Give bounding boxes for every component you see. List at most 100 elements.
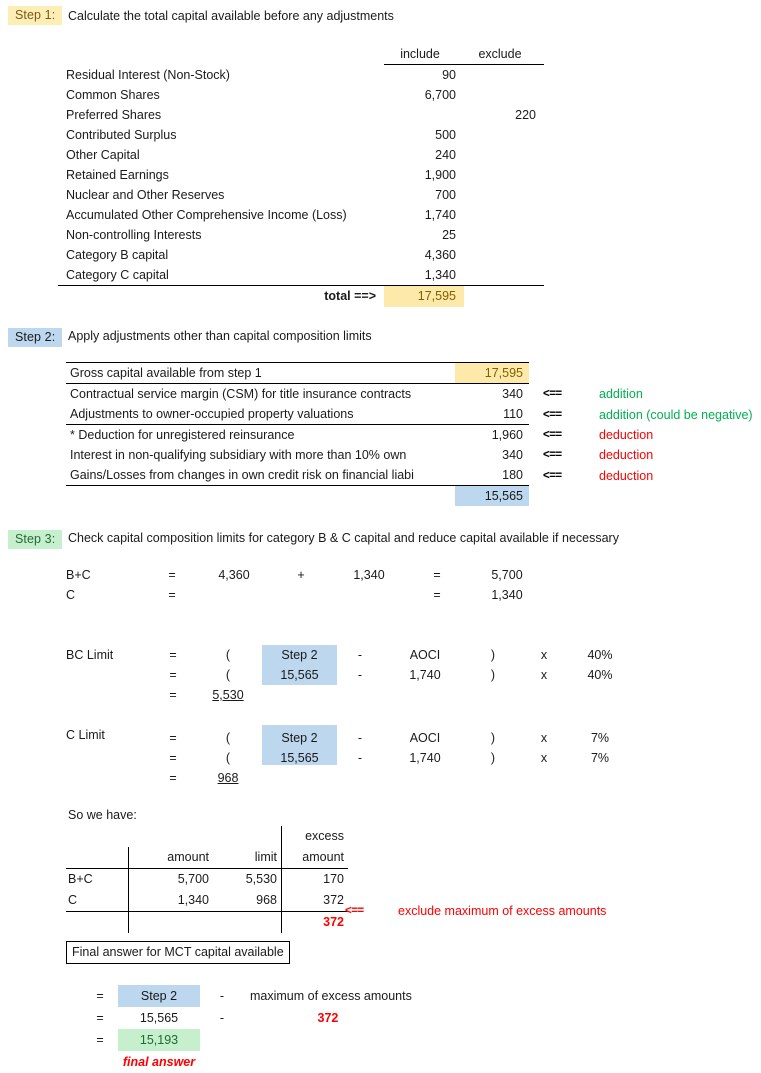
- final-answer-box-title: Final answer for MCT capital available: [66, 941, 290, 964]
- row-include: 4,360: [424, 247, 456, 262]
- header-excess: excess: [305, 829, 344, 843]
- step2-table-wrap: Gross capital available from step 1 17,5…: [66, 362, 753, 506]
- final-answer-box: Final answer for MCT capital available: [66, 941, 290, 964]
- row-label: Gross capital available from step 1: [66, 362, 455, 384]
- table-row: Non-controlling Interests 25: [58, 225, 544, 245]
- row-blank: [337, 765, 383, 785]
- bc-limit-table: BC Limit = ( Step 2 - AOCI ) x 40% = ( 1…: [66, 645, 631, 705]
- step3-title: Check capital composition limits for cat…: [68, 531, 619, 545]
- row-amount: 5,700: [128, 868, 215, 890]
- row-exclude: [464, 245, 544, 265]
- row-label: Contractual service margin (CSM) for tit…: [70, 387, 412, 401]
- table-row: Contributed Surplus 500: [58, 125, 544, 145]
- row-label: Residual Interest (Non-Stock): [66, 67, 230, 82]
- capital-components-table: include exclude Residual Interest (Non-S…: [58, 44, 544, 307]
- row-value: 340: [502, 448, 523, 462]
- row-label: C: [66, 890, 129, 912]
- table-row: Gains/Losses from changes in own credit …: [66, 465, 753, 486]
- row-exclude: [464, 85, 544, 105]
- max-excess-row: 372: [66, 911, 348, 933]
- row-include: 240: [435, 147, 456, 162]
- row-spacer: [66, 765, 152, 785]
- aoci-value: 1,740: [409, 751, 441, 765]
- minus-sign: -: [219, 989, 225, 1003]
- row-exclude: [464, 125, 544, 145]
- row-arrow: <==: [543, 449, 562, 461]
- step1-table-wrap: include exclude Residual Interest (Non-S…: [58, 44, 544, 307]
- row-equals: =: [96, 1033, 104, 1047]
- row-equals: =: [168, 568, 176, 582]
- bc-sum-table: B+C = 4,360 + 1,340 = 5,700 C = = 1,340: [66, 565, 552, 605]
- row-value: 110: [455, 404, 529, 425]
- row-value: 180: [455, 465, 529, 486]
- row-value: 1,960: [491, 428, 523, 442]
- row-note: [585, 363, 753, 384]
- final-calc-wrap: = Step 2 - maximum of excess amounts = 1…: [82, 985, 412, 1073]
- close-paren: ): [490, 648, 496, 662]
- table-row: Other Capital 240: [58, 145, 544, 165]
- header-excess-amount: amount: [281, 847, 348, 869]
- row-arrow: <==: [543, 429, 562, 441]
- row-blank: [262, 765, 337, 785]
- row-blank: [467, 685, 519, 705]
- table-row: = 5,530: [66, 685, 631, 705]
- row-blank: [200, 1029, 244, 1051]
- subtotal-note-blank: [585, 486, 753, 507]
- close-paren: ): [490, 668, 496, 682]
- max-excess-arrow: <==: [345, 905, 364, 917]
- row-amount: 1,340: [128, 890, 215, 912]
- header-exclude: exclude: [464, 44, 544, 65]
- step1-tag-label: Step 1:: [8, 6, 63, 25]
- table-row: = 968: [66, 765, 631, 785]
- step3-tag: Step 3:: [8, 530, 63, 549]
- table-row: Nuclear and Other Reserves 700: [58, 185, 544, 205]
- bc-limit-result: 5,530: [212, 688, 244, 702]
- table-row: Common Shares 6,700: [58, 85, 544, 105]
- row-arrow: <==: [543, 408, 562, 421]
- row-include: 6,700: [424, 87, 456, 102]
- c-limit-wrap: C Limit = ( Step 2 - AOCI ) x 7% = ( 15,…: [66, 725, 631, 785]
- row-label: Other Capital: [66, 147, 140, 162]
- multiply-sign: x: [540, 668, 548, 682]
- row-label: Interest in non-qualifying subsidiary wi…: [70, 448, 407, 462]
- table-row: Accumulated Other Comprehensive Income (…: [58, 205, 544, 225]
- row-limit: 968: [215, 890, 282, 912]
- total-value: 17,595: [384, 284, 464, 307]
- final-answer-value: 15,193: [118, 1029, 200, 1051]
- bc-limit-label: BC Limit: [66, 648, 114, 662]
- c-limit-result: 968: [217, 771, 239, 785]
- step2-value: 15,565: [262, 745, 337, 765]
- multiply-sign: x: [540, 751, 548, 765]
- max-excess-note: exclude maximum of excess amounts: [398, 904, 607, 918]
- table-row: = Step 2 - maximum of excess amounts: [82, 985, 412, 1007]
- table-row: B+C 5,700 5,530 170: [66, 868, 348, 890]
- row-value-2: [326, 585, 412, 605]
- table-header-row-top: excess: [66, 826, 348, 847]
- table-row: Category C capital 1,340: [58, 265, 544, 286]
- table-row: * Deduction for unregistered reinsurance…: [66, 425, 753, 446]
- table-row: Interest in non-qualifying subsidiary wi…: [66, 445, 753, 465]
- table-row: Preferred Shares 220: [58, 105, 544, 125]
- row-exclude: [464, 265, 544, 286]
- table-row: Residual Interest (Non-Stock) 90: [58, 64, 544, 85]
- row-blank: [262, 685, 337, 705]
- row-arrow: [529, 363, 585, 384]
- row-exclude: [464, 185, 544, 205]
- table-row: C Limit = ( Step 2 - AOCI ) x 7%: [66, 725, 631, 745]
- step2-tag-label: Step 2:: [8, 328, 63, 347]
- row-equals-2: =: [433, 588, 441, 602]
- multiply-sign: x: [540, 731, 548, 745]
- percent-value: 7%: [590, 751, 610, 765]
- bc-sum-wrap: B+C = 4,360 + 1,340 = 5,700 C = = 1,340: [66, 565, 552, 605]
- row-label: Adjustments to owner-occupied property v…: [66, 404, 455, 425]
- row-equals: =: [96, 1011, 104, 1025]
- row-value: 17,595: [455, 362, 529, 384]
- final-answer-caption: final answer: [122, 1055, 196, 1069]
- table-header-row: include exclude: [58, 44, 544, 65]
- open-paren: (: [225, 648, 231, 662]
- table-row: Gross capital available from step 1 17,5…: [66, 362, 753, 384]
- row-exclude: [464, 205, 544, 225]
- subtotal-value: 15,565: [455, 485, 529, 506]
- aoci-ref: AOCI: [409, 648, 441, 662]
- minus-sign: -: [357, 668, 363, 682]
